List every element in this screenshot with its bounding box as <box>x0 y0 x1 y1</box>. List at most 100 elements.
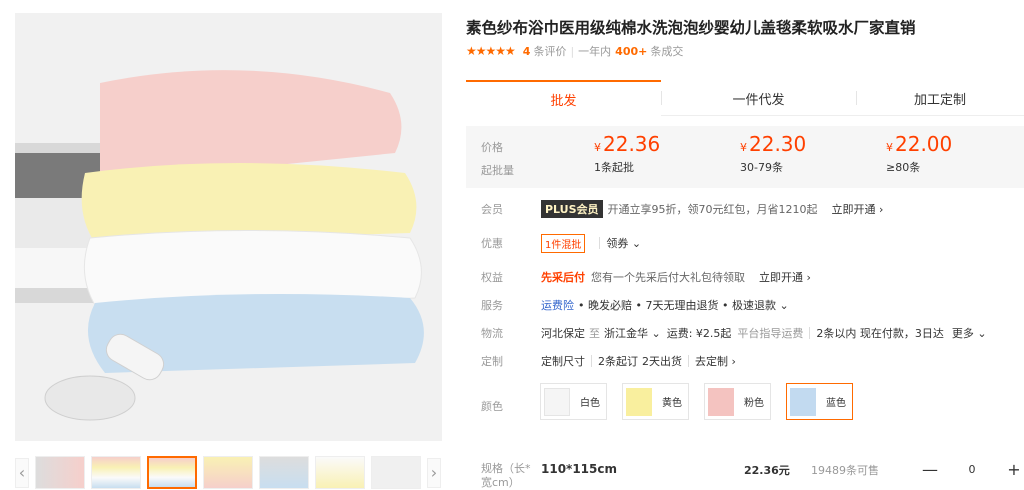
plus-member-badge: PLUS会员 <box>541 200 603 218</box>
thumbnail-image-active[interactable] <box>147 456 197 489</box>
logistics-row: 物流 河北保定 至 浙江金华 ⌄ 运费: ¥2.5起 平台指导运费 2条以内 现… <box>481 324 987 342</box>
tier-min: ≥80条 <box>886 161 921 174</box>
price-label: 价格 <box>481 141 503 154</box>
divider <box>809 327 811 339</box>
shipping-fee: 运费: ¥2.5起 <box>666 327 732 340</box>
swatch-image <box>790 387 816 416</box>
color-label: 蓝色 <box>826 398 846 409</box>
min-qty-label: 起批量 <box>481 164 514 177</box>
towel-stack-photo <box>15 13 442 441</box>
spec-label: 规格（长*宽cm） <box>481 462 531 489</box>
star-rating-icon: ★★★★★ <box>466 44 516 58</box>
thumbnail-video[interactable] <box>35 456 85 489</box>
product-gallery <box>15 13 442 441</box>
decrement-button[interactable]: — <box>918 460 942 479</box>
swatch-image <box>708 387 734 416</box>
tier-price: 22.30 <box>749 132 807 156</box>
color-label: 黄色 <box>662 398 682 409</box>
price-tiers: 价格 起批量 ¥22.36 1条起批 ¥22.30 30-79条 ¥22.00 … <box>466 126 1024 188</box>
divider <box>599 237 601 249</box>
color-label: 白色 <box>580 398 600 409</box>
main-product-image[interactable] <box>15 13 442 441</box>
row-label: 权益 <box>481 271 503 284</box>
thumbnail-image[interactable] <box>259 456 309 489</box>
tab-customize[interactable]: 加工定制 <box>856 80 1024 116</box>
spec-price: 22.36元 <box>744 464 790 477</box>
spec-size: 110*115cm <box>541 462 617 476</box>
thumbnail-image[interactable] <box>203 456 253 489</box>
custom-lead-time: 2天出货 <box>642 355 682 368</box>
spec-stock: 19489条可售 <box>811 464 879 477</box>
row-label: 颜色 <box>481 400 503 413</box>
price-tier-1: ¥22.36 1条起批 <box>594 132 714 175</box>
tab-dropship[interactable]: 一件代发 <box>661 80 856 116</box>
divider: | <box>570 44 575 58</box>
review-label[interactable]: 条评价 <box>533 43 566 59</box>
coupon-link[interactable]: 领券 ⌄ <box>606 235 641 251</box>
ship-to-select[interactable]: 浙江金华 ⌄ <box>604 325 661 341</box>
member-row: 会员 PLUS会员 开通立享95折，领70元红包，月省1210起 立即开通 › <box>481 200 883 218</box>
service-row: 服务 运费险 • 晚发必赔 • 7天无理由退货 • 极速退款 ⌄ <box>481 296 789 314</box>
color-option-yellow[interactable]: 黄色 <box>622 383 689 420</box>
pay-later-label: 先采后付 <box>541 271 585 284</box>
row-label: 会员 <box>481 203 503 216</box>
go-custom-link[interactable]: 去定制 › <box>695 353 736 369</box>
custom-size: 定制尺寸 <box>541 355 585 368</box>
product-title: 素色纱布浴巾医用级纯棉水洗泡泡纱婴幼儿盖毯柔软吸水厂家直销 <box>466 19 916 37</box>
platform-fee-note: 平台指导运费 <box>737 327 804 340</box>
discount-row: 优惠 1件混批 领券 ⌄ <box>481 233 641 253</box>
member-open-link[interactable]: 立即开通 › <box>832 201 884 217</box>
thumbnail-image[interactable] <box>315 456 365 489</box>
thumb-next-icon[interactable]: › <box>427 457 441 488</box>
service-text[interactable]: • 晚发必赔 • 7天无理由退货 • 极速退款 ⌄ <box>578 297 789 313</box>
tier-min: 30-79条 <box>740 161 783 174</box>
tier-min: 1条起批 <box>594 161 634 174</box>
swatch-image <box>626 387 652 416</box>
rights-text: 您有一个先采后付大礼包待领取 <box>591 271 745 284</box>
thumbnail-image[interactable] <box>91 456 141 489</box>
purchase-mode-tabs: 批发 一件代发 加工定制 <box>466 80 1024 116</box>
rights-row: 权益 先采后付 您有一个先采后付大礼包待领取 立即开通 › <box>481 268 811 286</box>
tab-wholesale[interactable]: 批发 <box>466 80 661 116</box>
mixed-batch-tag: 1件混批 <box>541 233 586 253</box>
color-options: 白色 黄色 粉色 蓝色 <box>540 383 868 420</box>
row-label: 服务 <box>481 299 503 312</box>
rights-open-link[interactable]: 立即开通 › <box>759 269 811 285</box>
row-label: 优惠 <box>481 237 503 250</box>
divider <box>688 355 689 367</box>
custom-min-order: 2条起订 <box>598 355 638 368</box>
more-link[interactable]: 更多 ⌄ <box>952 325 987 341</box>
rating-row: ★★★★★ 4 条评价 | 一年内 400+ 条成交 <box>466 43 683 59</box>
color-row-label: 颜色 <box>481 397 541 415</box>
tier-price: 22.36 <box>603 132 661 156</box>
year-label: 一年内 <box>578 45 612 58</box>
color-label: 粉色 <box>744 398 764 409</box>
thumb-prev-icon[interactable]: ‹ <box>15 457 29 488</box>
row-label: 定制 <box>481 355 503 368</box>
quantity-stepper: — 0 + <box>918 457 1024 481</box>
spec-row: 规格（长*宽cm） 110*115cm 22.36元 19489条可售 — 0 … <box>481 457 1024 490</box>
review-count[interactable]: 4 <box>523 45 531 58</box>
sold-label: 条成交 <box>650 45 684 58</box>
currency: ¥ <box>594 141 601 154</box>
color-option-blue[interactable]: 蓝色 <box>786 383 853 420</box>
price-tier-2: ¥22.30 30-79条 <box>740 132 860 175</box>
ship-from: 河北保定 <box>541 327 585 340</box>
sold-count: 400+ <box>615 44 648 58</box>
thumbnail-image[interactable] <box>371 456 421 489</box>
color-option-pink[interactable]: 粉色 <box>704 383 771 420</box>
thumbnail-strip: ‹ › <box>15 456 442 489</box>
swatch-image <box>544 387 570 416</box>
increment-button[interactable]: + <box>1002 460 1024 479</box>
to-label: 至 <box>589 327 600 340</box>
freight-insurance-link[interactable]: 运费险 <box>541 297 574 313</box>
member-text: 开通立享95折，领70元红包，月省1210起 <box>607 203 818 216</box>
delivery-estimate: 2条以内 现在付款，3日达 <box>816 327 944 340</box>
color-option-white[interactable]: 白色 <box>540 383 607 420</box>
divider <box>591 355 592 367</box>
tier-price: 22.00 <box>895 132 953 156</box>
quantity-input[interactable]: 0 <box>942 463 1002 476</box>
custom-row: 定制 定制尺寸 2条起订 2天出货 去定制 › <box>481 352 736 370</box>
price-tier-3: ¥22.00 ≥80条 <box>886 132 1006 175</box>
currency: ¥ <box>886 141 893 154</box>
